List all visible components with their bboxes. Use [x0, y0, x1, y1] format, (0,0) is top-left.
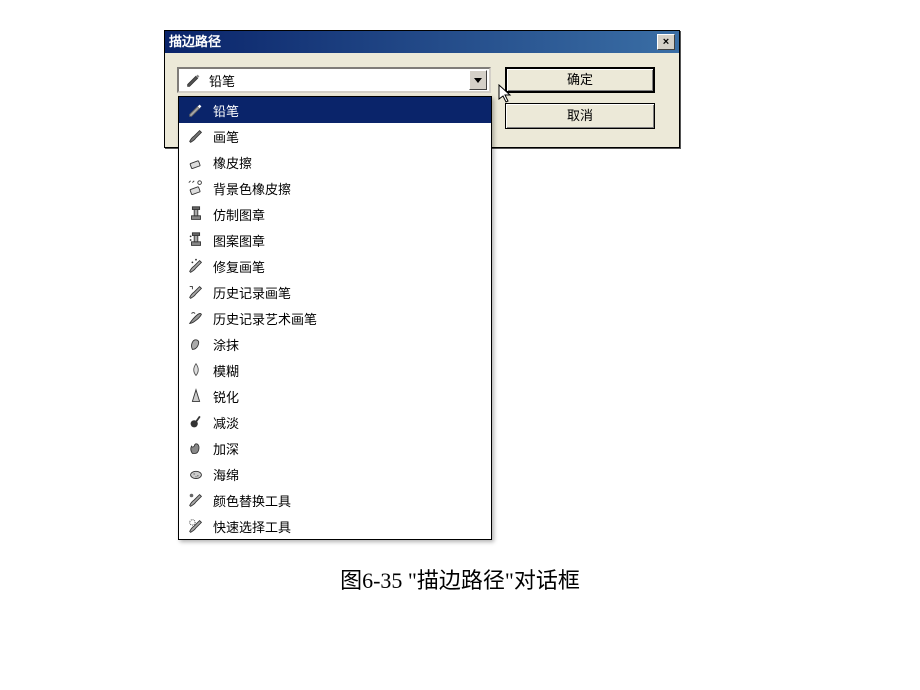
dropdown-item-label: 历史记录画笔	[207, 283, 291, 302]
dropdown-item-label: 历史记录艺术画笔	[207, 309, 317, 328]
dialog-buttons: 确定 取消	[505, 67, 655, 129]
history-brush-icon	[185, 281, 207, 303]
eraser-icon	[185, 151, 207, 173]
dropdown-item-blur[interactable]: 模糊	[179, 357, 491, 383]
dropdown-item-label: 图案图章	[207, 231, 265, 250]
dropdown-item-label: 仿制图章	[207, 205, 265, 224]
ok-button[interactable]: 确定	[505, 67, 655, 93]
figure-caption: 图6-35 "描边路径"对话框	[0, 563, 920, 595]
dropdown-item-sponge[interactable]: 海绵	[179, 461, 491, 487]
dropdown-item-label: 背景色橡皮擦	[207, 179, 291, 198]
burn-icon	[185, 437, 207, 459]
clone-stamp-icon	[185, 203, 207, 225]
dropdown-item-label: 减淡	[207, 413, 239, 432]
dropdown-item-art-history-brush[interactable]: 历史记录艺术画笔	[179, 305, 491, 331]
tool-dropdown-list[interactable]: 铅笔画笔橡皮擦背景色橡皮擦仿制图章图案图章修复画笔历史记录画笔历史记录艺术画笔涂…	[178, 96, 492, 540]
smudge-icon	[185, 333, 207, 355]
cancel-button[interactable]: 取消	[505, 103, 655, 129]
dropdown-item-label: 海绵	[207, 465, 239, 484]
dropdown-item-healing-brush[interactable]: 修复画笔	[179, 253, 491, 279]
healing-brush-icon	[185, 255, 207, 277]
dropdown-item-color-replace[interactable]: 颜色替换工具	[179, 487, 491, 513]
dropdown-item-brush[interactable]: 画笔	[179, 123, 491, 149]
sharpen-icon	[185, 385, 207, 407]
dropdown-item-label: 颜色替换工具	[207, 491, 291, 510]
brush-icon	[185, 125, 207, 147]
dropdown-item-label: 锐化	[207, 387, 239, 406]
pencil-icon	[185, 71, 203, 89]
dropdown-item-sharpen[interactable]: 锐化	[179, 383, 491, 409]
dropdown-arrow-button[interactable]	[469, 70, 487, 90]
dialog-titlebar[interactable]: 描边路径 ×	[165, 31, 679, 53]
dropdown-item-dodge[interactable]: 减淡	[179, 409, 491, 435]
tool-select-value: 铅笔	[203, 71, 469, 90]
quick-select-icon	[185, 515, 207, 537]
dropdown-item-label: 修复画笔	[207, 257, 265, 276]
pattern-stamp-icon	[185, 229, 207, 251]
dropdown-item-bg-eraser[interactable]: 背景色橡皮擦	[179, 175, 491, 201]
blur-icon	[185, 359, 207, 381]
dropdown-item-label: 橡皮擦	[207, 153, 252, 172]
dropdown-item-pencil[interactable]: 铅笔	[179, 97, 491, 123]
sponge-icon	[185, 463, 207, 485]
bg-eraser-icon	[185, 177, 207, 199]
dropdown-item-label: 涂抹	[207, 335, 239, 354]
dialog-title: 描边路径	[169, 31, 221, 53]
close-button[interactable]: ×	[657, 34, 675, 50]
dropdown-item-smudge[interactable]: 涂抹	[179, 331, 491, 357]
color-replace-icon	[185, 489, 207, 511]
dropdown-item-history-brush[interactable]: 历史记录画笔	[179, 279, 491, 305]
pencil-icon	[185, 99, 207, 121]
dodge-icon	[185, 411, 207, 433]
dropdown-item-burn[interactable]: 加深	[179, 435, 491, 461]
dropdown-item-quick-select[interactable]: 快速选择工具	[179, 513, 491, 539]
dropdown-item-label: 画笔	[207, 127, 239, 146]
dropdown-item-label: 快速选择工具	[207, 517, 291, 536]
art-history-brush-icon	[185, 307, 207, 329]
dropdown-item-label: 铅笔	[207, 101, 239, 120]
tool-select[interactable]: 铅笔	[177, 67, 491, 93]
dropdown-item-label: 加深	[207, 439, 239, 458]
dropdown-item-eraser[interactable]: 橡皮擦	[179, 149, 491, 175]
dropdown-item-label: 模糊	[207, 361, 239, 380]
dropdown-item-clone-stamp[interactable]: 仿制图章	[179, 201, 491, 227]
dropdown-item-pattern-stamp[interactable]: 图案图章	[179, 227, 491, 253]
